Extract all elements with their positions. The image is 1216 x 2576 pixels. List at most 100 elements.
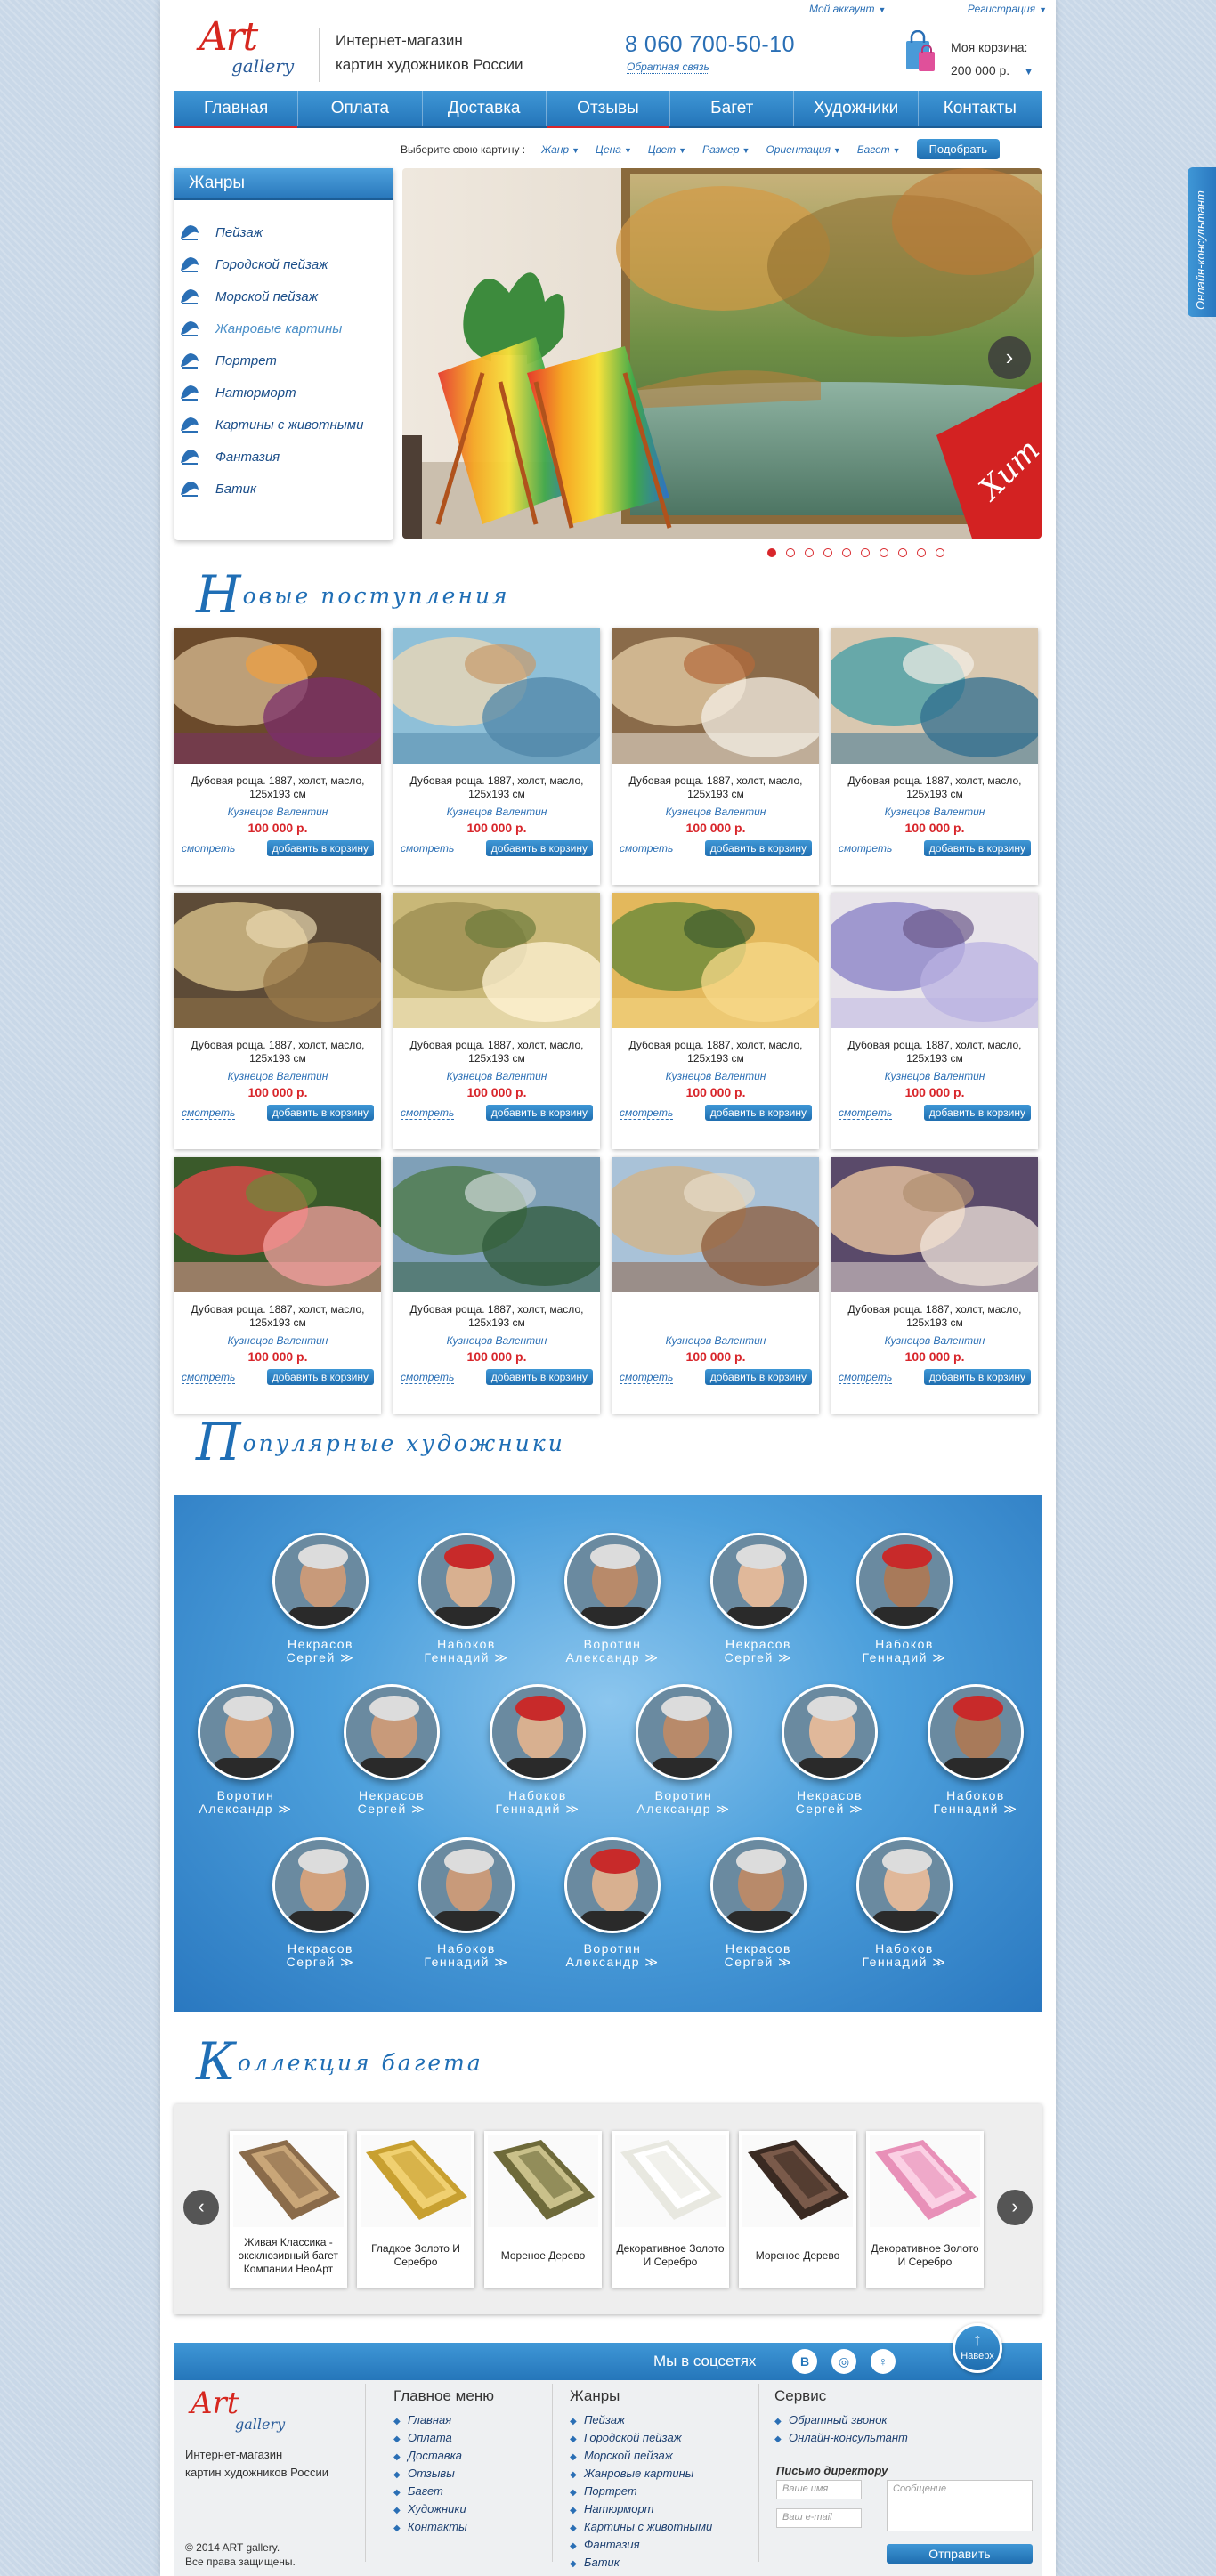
pick-button[interactable]: Подобрать (916, 139, 1001, 159)
product-author[interactable]: Кузнецов Валентин (393, 1334, 600, 1347)
cart-summary[interactable]: Моя корзина: 200 000 р. ▼ (951, 36, 1034, 84)
artist-card[interactable]: Воротин Александр ≫ (559, 1533, 666, 1665)
slider-dot[interactable] (786, 548, 795, 557)
artist-card[interactable]: Набоков Геннадий ≫ (413, 1533, 520, 1665)
online-consultant-tab[interactable]: Онлайн-консультант (1188, 167, 1216, 317)
product-image[interactable] (612, 893, 819, 1028)
footer-genre-item[interactable]: ◆ Городской пейзаж (570, 2430, 712, 2448)
view-link[interactable]: смотреть (620, 1371, 674, 1384)
footer-logo[interactable]: Art gallery (191, 2386, 306, 2439)
product-image[interactable] (612, 628, 819, 764)
add-to-cart-button[interactable]: добавить в корзину (485, 840, 593, 856)
slider-dot[interactable] (767, 548, 776, 557)
artist-card[interactable]: Воротин Александр ≫ (559, 1837, 666, 1969)
view-link[interactable]: смотреть (620, 842, 674, 855)
product-image[interactable] (393, 628, 600, 764)
slider-dot[interactable] (861, 548, 870, 557)
product-author[interactable]: Кузнецов Валентин (831, 1334, 1038, 1347)
footer-genre-item[interactable]: ◆ Жанровые картины (570, 2466, 712, 2483)
logo[interactable]: Art gallery (174, 14, 308, 84)
view-link[interactable]: смотреть (839, 1371, 893, 1384)
baguette-next-button[interactable]: › (997, 2190, 1033, 2225)
artist-card[interactable]: Набоков Геннадий ≫ (413, 1837, 520, 1969)
footer-menu-item[interactable]: ◆ Отзывы (393, 2466, 494, 2483)
add-to-cart-button[interactable]: добавить в корзину (266, 840, 374, 856)
message-input[interactable]: Сообщение (887, 2480, 1033, 2531)
artist-card[interactable]: Набоков Геннадий ≫ (851, 1533, 958, 1665)
nav-baguette[interactable]: Багет (670, 91, 795, 126)
baguette-item[interactable]: Живая Классика - эксклюзивный багет Комп… (230, 2131, 347, 2288)
footer-genre-item[interactable]: ◆ Картины с животными (570, 2519, 712, 2537)
baguette-item[interactable]: Мореное Дерево (739, 2131, 856, 2288)
artist-card[interactable]: Некрасов Сергей ≫ (705, 1533, 812, 1665)
product-author[interactable]: Кузнецов Валентин (393, 1070, 600, 1082)
filter-color[interactable]: Цвет ▼ (648, 143, 686, 156)
filter-price[interactable]: Цена ▼ (596, 143, 632, 156)
product-author[interactable]: Кузнецов Валентин (612, 1070, 819, 1082)
view-link[interactable]: смотреть (401, 842, 455, 855)
artist-card[interactable]: Воротин Александр ≫ (630, 1684, 737, 1816)
add-to-cart-button[interactable]: добавить в корзину (485, 1369, 593, 1385)
view-link[interactable]: смотреть (401, 1371, 455, 1384)
add-to-cart-button[interactable]: добавить в корзину (485, 1105, 593, 1121)
add-to-cart-button[interactable]: добавить в корзину (923, 1369, 1031, 1385)
slider-dot[interactable] (880, 548, 888, 557)
baguette-item[interactable]: Мореное Дерево (484, 2131, 602, 2288)
footer-genre-item[interactable]: ◆ Пейзаж (570, 2412, 712, 2430)
footer-genre-item[interactable]: ◆ Морской пейзаж (570, 2448, 712, 2466)
footer-service-item[interactable]: ◆ Онлайн-консультант (774, 2430, 908, 2448)
slider-dot[interactable] (805, 548, 814, 557)
footer-genre-item[interactable]: ◆ Портрет (570, 2483, 712, 2501)
product-image[interactable] (174, 628, 381, 764)
add-to-cart-button[interactable]: добавить в корзину (923, 1105, 1031, 1121)
callback-link[interactable]: Обратная связь (627, 61, 709, 74)
view-link[interactable]: смотреть (182, 842, 236, 855)
genre-item[interactable]: Картины с животными (174, 409, 393, 441)
email-input[interactable]: Ваш e-mail (776, 2508, 862, 2528)
footer-genre-item[interactable]: ◆ Фантазия (570, 2537, 712, 2555)
artist-card[interactable]: Набоков Геннадий ≫ (922, 1684, 1029, 1816)
genre-item[interactable]: Морской пейзаж (174, 280, 393, 312)
nav-delivery[interactable]: Доставка (423, 91, 547, 126)
genre-item[interactable]: Фантазия (174, 441, 393, 473)
product-image[interactable] (831, 1157, 1038, 1292)
add-to-cart-button[interactable]: добавить в корзину (923, 840, 1031, 856)
footer-service-item[interactable]: ◆ Обратный звонок (774, 2412, 908, 2430)
footer-menu-item[interactable]: ◆ Главная (393, 2412, 494, 2430)
nav-artists[interactable]: Художники (794, 91, 919, 126)
footer-menu-item[interactable]: ◆ Контакты (393, 2519, 494, 2537)
product-author[interactable]: Кузнецов Валентин (612, 1334, 819, 1347)
product-author[interactable]: Кузнецов Валентин (612, 806, 819, 818)
genre-item[interactable]: Натюрморт (174, 377, 393, 409)
nav-home[interactable]: Главная (174, 91, 299, 128)
scroll-top-button[interactable]: ↑ Наверх (953, 2323, 1002, 2373)
view-link[interactable]: смотреть (401, 1106, 455, 1120)
vk-icon[interactable]: В (792, 2349, 817, 2374)
name-input[interactable]: Ваше имя (776, 2480, 862, 2499)
artist-card[interactable]: Воротин Александр ≫ (192, 1684, 299, 1816)
filter-genre[interactable]: Жанр ▼ (541, 143, 580, 156)
genre-item[interactable]: Городской пейзаж (174, 248, 393, 280)
product-image[interactable] (393, 893, 600, 1028)
baguette-item[interactable]: Декоративное Золото И Серебро (866, 2131, 984, 2288)
product-author[interactable]: Кузнецов Валентин (831, 1070, 1038, 1082)
product-image[interactable] (612, 1157, 819, 1292)
account-link[interactable]: Мой аккаунт ▼ (770, 3, 886, 15)
artist-card[interactable]: Набоков Геннадий ≫ (851, 1837, 958, 1969)
nav-contacts[interactable]: Контакты (919, 91, 1042, 126)
shopping-bag-icon[interactable] (904, 30, 936, 73)
product-author[interactable]: Кузнецов Валентин (174, 806, 381, 818)
slider-dot[interactable] (936, 548, 944, 557)
artist-card[interactable]: Некрасов Сергей ≫ (338, 1684, 445, 1816)
slider-dot[interactable] (917, 548, 926, 557)
send-button[interactable]: Отправить (887, 2544, 1033, 2564)
artist-card[interactable]: Некрасов Сергей ≫ (776, 1684, 883, 1816)
baguette-item[interactable]: Гладкое Золото И Серебро (357, 2131, 474, 2288)
view-link[interactable]: смотреть (182, 1106, 236, 1120)
filter-size[interactable]: Размер ▼ (702, 143, 750, 156)
slider-dot[interactable] (823, 548, 832, 557)
product-author[interactable]: Кузнецов Валентин (393, 806, 600, 818)
genre-item[interactable]: Батик (174, 473, 393, 505)
nav-payment[interactable]: Оплата (298, 91, 423, 126)
footer-menu-item[interactable]: ◆ Оплата (393, 2430, 494, 2448)
